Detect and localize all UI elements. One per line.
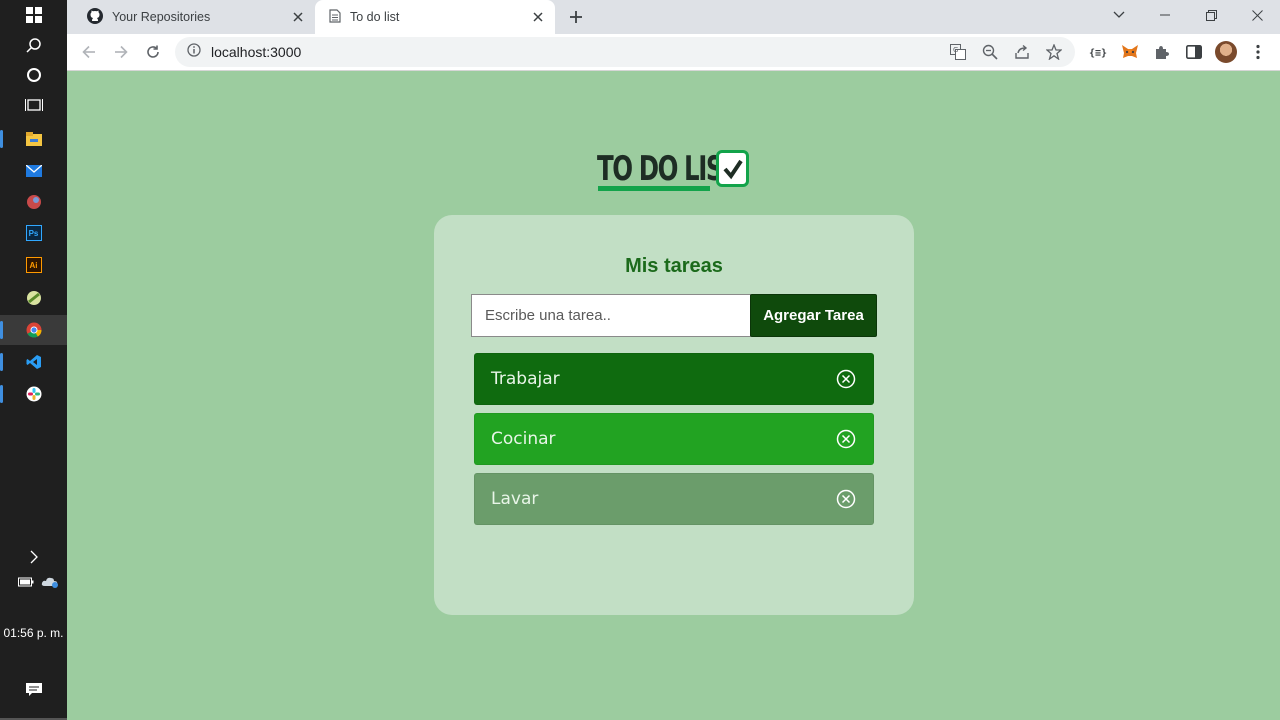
url-text[interactable]: localhost:3000 xyxy=(211,44,301,60)
task-label: Trabajar xyxy=(491,369,560,389)
address-bar[interactable]: localhost:3000 G xyxy=(175,37,1075,67)
close-icon[interactable] xyxy=(527,6,549,28)
photoshop-icon[interactable]: Ps xyxy=(0,218,67,248)
add-task-button[interactable]: Agregar Tarea xyxy=(750,294,877,337)
menu-kebab-icon[interactable] xyxy=(1244,38,1272,66)
tab-strip: Your Repositories To do list xyxy=(67,0,1280,34)
tab-your-repositories[interactable]: Your Repositories xyxy=(75,0,315,34)
task-item[interactable]: Lavar xyxy=(474,473,874,525)
extensions-puzzle-icon[interactable] xyxy=(1148,38,1176,66)
app-logo: TO DO LIST xyxy=(597,149,792,193)
tab-title: To do list xyxy=(350,10,400,24)
tab-to-do-list[interactable]: To do list xyxy=(315,0,555,34)
card-title: Mis tareas xyxy=(625,255,723,277)
new-tab-plus-icon[interactable] xyxy=(563,4,589,30)
vscode-icon[interactable] xyxy=(0,347,67,377)
share-icon[interactable] xyxy=(1011,41,1033,63)
tasks-card: Mis tareas Agregar Tarea Trabajar Cocina… xyxy=(434,215,914,615)
delete-circle-x-icon[interactable] xyxy=(835,368,857,390)
windows-taskbar: Ps Ai 01:56 p. m. xyxy=(0,0,67,720)
task-view-icon[interactable] xyxy=(0,90,67,120)
back-arrow-icon[interactable] xyxy=(75,38,103,66)
browser-toolbar: localhost:3000 G {≡} xyxy=(67,34,1280,71)
svg-text:G: G xyxy=(953,46,958,54)
forward-arrow-icon[interactable] xyxy=(107,38,135,66)
page-content: TO DO LIST Mis tareas Agregar Tarea Trab… xyxy=(67,71,1280,720)
minimize-icon[interactable] xyxy=(1142,0,1188,30)
logo-underline xyxy=(598,186,710,191)
illustrator-icon[interactable]: Ai xyxy=(0,250,67,280)
side-panel-icon[interactable] xyxy=(1180,38,1208,66)
chrome-icon[interactable] xyxy=(0,315,67,345)
search-icon[interactable] xyxy=(0,30,67,60)
page-icon xyxy=(329,8,341,26)
bookmark-star-icon[interactable] xyxy=(1043,41,1065,63)
task-item[interactable]: Trabajar xyxy=(474,353,874,405)
app-icon[interactable] xyxy=(0,187,67,217)
zoom-icon[interactable] xyxy=(979,41,1001,63)
cortana-icon[interactable] xyxy=(0,60,67,90)
translate-icon[interactable]: G xyxy=(947,41,969,63)
slack-icon[interactable] xyxy=(0,379,67,409)
extension-json-icon[interactable]: {≡} xyxy=(1084,38,1112,66)
app-icon[interactable] xyxy=(0,283,67,313)
metamask-fox-icon[interactable] xyxy=(1116,38,1144,66)
file-explorer-icon[interactable] xyxy=(0,124,67,154)
clock-time[interactable]: 01:56 p. m. xyxy=(0,626,67,640)
reload-icon[interactable] xyxy=(139,38,167,66)
delete-circle-x-icon[interactable] xyxy=(835,428,857,450)
close-window-icon[interactable] xyxy=(1234,0,1280,30)
github-icon xyxy=(87,7,103,27)
task-item[interactable]: Cocinar xyxy=(474,413,874,465)
info-icon[interactable] xyxy=(187,42,201,62)
notification-icon[interactable] xyxy=(0,675,67,705)
svg-text:{≡}: {≡} xyxy=(1089,48,1107,58)
tab-title: Your Repositories xyxy=(112,10,211,24)
windows-start-icon[interactable] xyxy=(0,0,67,30)
task-label: Lavar xyxy=(491,489,539,509)
checkbox-check-icon xyxy=(716,150,749,187)
task-input[interactable] xyxy=(471,294,751,337)
delete-circle-x-icon[interactable] xyxy=(835,488,857,510)
profile-avatar[interactable] xyxy=(1212,38,1240,66)
tab-search-chevron-icon[interactable] xyxy=(1096,0,1142,30)
close-icon[interactable] xyxy=(287,6,309,28)
mail-icon[interactable] xyxy=(0,156,67,186)
restore-icon[interactable] xyxy=(1188,0,1234,30)
task-label: Cocinar xyxy=(491,429,556,449)
